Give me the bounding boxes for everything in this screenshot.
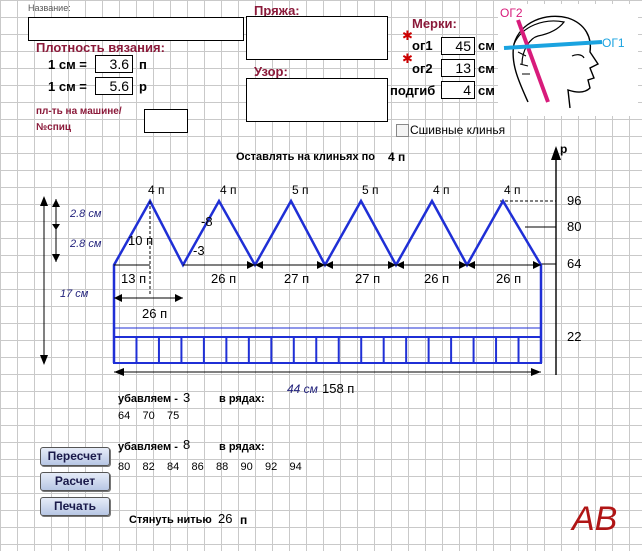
top-label-4: 5 п	[362, 183, 379, 197]
row-number: 75	[167, 410, 180, 422]
tighten-value: 26	[218, 511, 233, 526]
row-number: 90	[240, 461, 253, 473]
inner-10-label: 10 п	[128, 233, 153, 248]
top-label-1: 4 п	[148, 183, 165, 197]
dec2-value: 8	[183, 437, 191, 452]
row-label-96: 96	[567, 193, 581, 208]
dim-2-8-top: 2.8 см	[69, 208, 102, 220]
dec1-rows-label: в рядах:	[219, 393, 265, 405]
row-number: 80	[118, 461, 131, 473]
bottom-label-2: 27 п	[284, 271, 309, 286]
recalc-button[interactable]: Пересчет	[40, 447, 110, 466]
row-label-80: 80	[567, 219, 581, 234]
dec2-label: убавляем -	[118, 441, 178, 453]
total-p-label: 158 п	[322, 381, 354, 396]
pattern-diagram: р 96 80 64 22 4 п 4 п 5 п 5 п 4 п 4 п 2.…	[40, 142, 617, 538]
first-13-label: 13 п	[121, 271, 146, 286]
base-26-label: 26 п	[142, 306, 167, 321]
bottom-label-1: 26 п	[211, 271, 236, 286]
print-button[interactable]: Печать	[40, 497, 110, 516]
row-number: 82	[142, 461, 155, 473]
row-number: 86	[191, 461, 204, 473]
dim-17: 17 см	[60, 288, 89, 300]
row-number: 94	[289, 461, 302, 473]
tighten-unit: п	[240, 513, 248, 527]
row-label-64: 64	[567, 256, 581, 271]
top-label-3: 5 п	[292, 183, 309, 197]
row-number: 64	[118, 410, 131, 422]
minus-8-label: -8	[201, 214, 213, 229]
axis-p-label: р	[560, 142, 567, 156]
top-label-2: 4 п	[220, 183, 237, 197]
top-label-5: 4 п	[433, 183, 450, 197]
logo: АВ	[570, 500, 617, 538]
dec1-label: убавляем -	[118, 393, 178, 405]
dim-2-8-bottom: 2.8 см	[69, 238, 102, 250]
total-cm-label: 44 см	[287, 382, 318, 396]
top-label-6: 4 п	[504, 183, 521, 197]
dec2-rows-label: в рядах:	[219, 441, 265, 453]
row-number: 92	[265, 461, 278, 473]
bottom-label-4: 26 п	[424, 271, 449, 286]
calc-button[interactable]: Расчет	[40, 472, 110, 491]
row-label-22: 22	[567, 329, 581, 344]
minus-3-label: -3	[193, 243, 205, 258]
row-number: 70	[142, 410, 155, 422]
dec1-value: 3	[183, 390, 191, 405]
bottom-label-5: 26 п	[496, 271, 521, 286]
bottom-label-3: 27 п	[355, 271, 380, 286]
tighten-label: Стянуть нитью	[129, 514, 212, 526]
row-number: 88	[216, 461, 229, 473]
row-number: 84	[167, 461, 180, 473]
